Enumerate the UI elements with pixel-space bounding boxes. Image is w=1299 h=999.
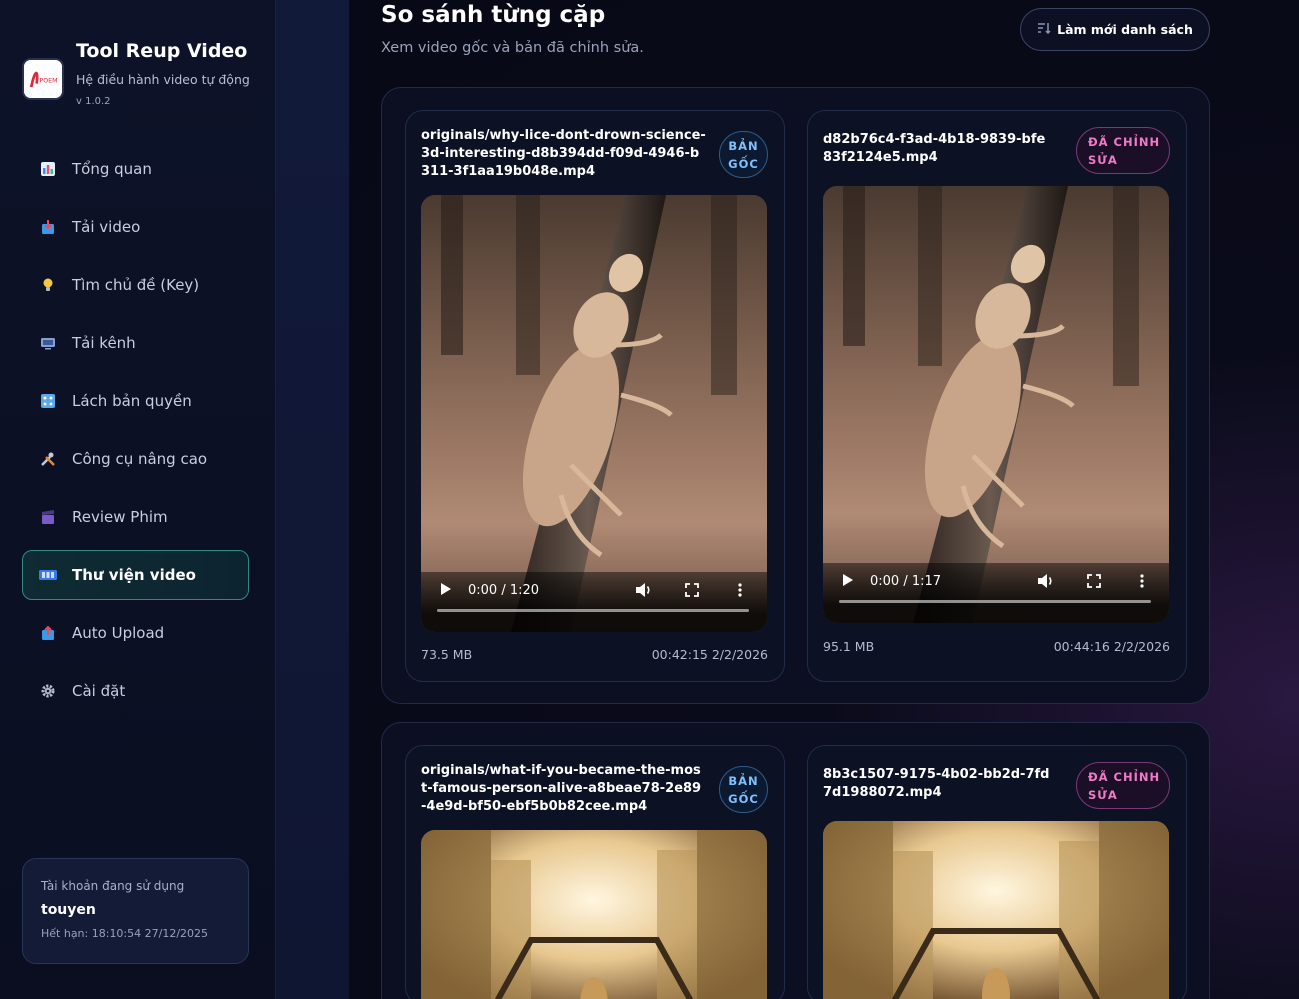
video-size: 95.1 MB (823, 639, 875, 654)
badge-text: GỐC (728, 791, 759, 806)
more-vertical-icon[interactable] (738, 583, 742, 597)
video-filename: originals/what-if-you-became-the-most-fa… (421, 763, 702, 814)
video-controls: 0:00 / 1:20 (421, 572, 767, 632)
fullscreen-icon[interactable] (1087, 574, 1101, 588)
fullscreen-icon[interactable] (685, 583, 699, 597)
video-controls: 0:00 / 1:17 (823, 563, 1169, 623)
sidebar-item-label: Lách bản quyền (72, 392, 192, 410)
sidebar-item-video-library[interactable]: Thư viện video (22, 550, 249, 600)
app-logo: POEM (22, 58, 64, 100)
sidebar-item-label: Công cụ nâng cao (72, 450, 208, 468)
video-size: 73.5 MB (421, 647, 473, 662)
page-title: So sánh từng cặp (381, 2, 606, 28)
video-filename: d82b76c4-f3ad-4b18-9839-bfe83f2124e5.mp4 (823, 132, 1046, 165)
page-subtitle: Xem video gốc và bản đã chỉnh sửa. (381, 40, 644, 56)
badge-text: SỬA (1088, 152, 1118, 167)
account-expiry: Hết hạn: 18:10:54 27/12/2025 (41, 927, 209, 940)
more-vertical-icon[interactable] (1140, 574, 1144, 588)
comparison-pair: originals/why-lice-dont-drown-science-3d… (381, 87, 1210, 704)
original-badge: BẢN GỐC (719, 766, 768, 813)
video-date: 00:44:16 2/2/2026 (1053, 639, 1170, 654)
volume-icon[interactable] (635, 582, 653, 598)
sidebar: POEM Tool Reup Video Hệ điều hành video … (0, 0, 276, 999)
play-icon[interactable] (841, 573, 855, 587)
video-time: 0:00 / 1:20 (468, 583, 540, 598)
sidebar-item-label: Review Phim (72, 508, 168, 526)
bar-chart-icon (39, 160, 57, 178)
edited-video-card: 8b3c1507-9175-4b02-bb2d-7fd7d1988072.mp4… (807, 745, 1187, 999)
sidebar-item-advanced-tools[interactable]: Công cụ nâng cao (22, 434, 249, 484)
comparison-pair: originals/what-if-you-became-the-most-fa… (381, 722, 1210, 999)
video-date: 00:42:15 2/2/2026 (651, 647, 768, 662)
sidebar-item-label: Tải video (72, 218, 141, 236)
refresh-list-button[interactable]: Làm mới danh sách (1020, 8, 1210, 51)
divider-band (276, 0, 349, 999)
sidebar-nav: Tổng quan Tải video Tìm chủ đề (Key) Tải… (22, 144, 249, 724)
video-time: 0:00 / 1:17 (870, 574, 942, 589)
sidebar-item-find-topic[interactable]: Tìm chủ đề (Key) (22, 260, 249, 310)
edited-badge: ĐÃ CHỈNH SỬA (1076, 127, 1170, 174)
play-icon[interactable] (439, 582, 453, 596)
video-filename: originals/why-lice-dont-drown-science-3d… (421, 128, 706, 179)
video-frame-city (421, 830, 767, 999)
sidebar-item-settings[interactable]: Cài đặt (22, 666, 249, 716)
download-box-icon (39, 218, 57, 236)
film-strip-icon (39, 566, 57, 584)
sidebar-item-download-video[interactable]: Tải video (22, 202, 249, 252)
app-subtitle: Hệ điều hành video tự động (76, 72, 250, 87)
video-frame-louse (421, 195, 767, 632)
video-progress-bar[interactable] (437, 609, 749, 612)
original-video-card: originals/why-lice-dont-drown-science-3d… (405, 110, 785, 682)
sidebar-item-review-film[interactable]: Review Phim (22, 492, 249, 542)
tv-icon (39, 334, 57, 352)
gear-icon (39, 682, 57, 700)
video-player[interactable]: 0:00 / 1:17 (823, 186, 1169, 623)
video-frame-city (823, 821, 1169, 999)
refresh-list-label: Làm mới danh sách (1057, 22, 1193, 37)
account-card: Tài khoản đang sử dụng touyen Hết hạn: 1… (22, 858, 249, 964)
badge-text: GỐC (728, 156, 759, 171)
account-username: touyen (41, 902, 96, 918)
svg-text:POEM: POEM (39, 78, 57, 85)
badge-text: ĐÃ CHỈNH (1088, 769, 1161, 784)
sidebar-item-label: Cài đặt (72, 682, 126, 700)
edited-badge: ĐÃ CHỈNH SỬA (1076, 762, 1170, 809)
sidebar-item-label: Thư viện video (72, 566, 196, 584)
video-player[interactable]: 0:00 / 1:20 (421, 195, 767, 632)
video-player[interactable] (421, 830, 767, 999)
badge-text: SỬA (1088, 787, 1118, 802)
upload-box-icon (39, 624, 57, 642)
video-filename: 8b3c1507-9175-4b02-bb2d-7fd7d1988072.mp4 (823, 767, 1050, 800)
original-badge: BẢN GỐC (719, 131, 768, 178)
sidebar-item-label: Tải kênh (72, 334, 136, 352)
account-label: Tài khoản đang sử dụng (41, 879, 185, 893)
original-video-card: originals/what-if-you-became-the-most-fa… (405, 745, 785, 999)
sort-icon (1037, 22, 1051, 37)
edited-video-card: d82b76c4-f3ad-4b18-9839-bfe83f2124e5.mp4… (807, 110, 1187, 682)
tools-icon (39, 450, 57, 468)
video-player[interactable] (823, 821, 1169, 999)
app-title: Tool Reup Video (76, 40, 248, 62)
badge-text: BẢN (728, 773, 759, 788)
clapper-icon (39, 508, 57, 526)
badge-text: ĐÃ CHỈNH (1088, 134, 1161, 149)
main-content: So sánh từng cặp Xem video gốc và bản đã… (349, 0, 1299, 999)
sidebar-item-overview[interactable]: Tổng quan (22, 144, 249, 194)
volume-icon[interactable] (1037, 573, 1055, 589)
video-frame-louse (823, 186, 1169, 623)
grid-icon (39, 392, 57, 410)
sidebar-item-download-channel[interactable]: Tải kênh (22, 318, 249, 368)
sidebar-item-label: Auto Upload (72, 624, 165, 642)
brand: POEM Tool Reup Video Hệ điều hành video … (22, 40, 262, 120)
sidebar-item-auto-upload[interactable]: Auto Upload (22, 608, 249, 658)
sidebar-item-label: Tìm chủ đề (Key) (72, 276, 200, 294)
sidebar-item-bypass-copyright[interactable]: Lách bản quyền (22, 376, 249, 426)
video-progress-bar[interactable] (839, 600, 1151, 603)
lightbulb-icon (39, 276, 57, 294)
badge-text: BẢN (728, 138, 759, 153)
app-version: v 1.0.2 (76, 96, 111, 107)
sidebar-item-label: Tổng quan (72, 160, 152, 178)
